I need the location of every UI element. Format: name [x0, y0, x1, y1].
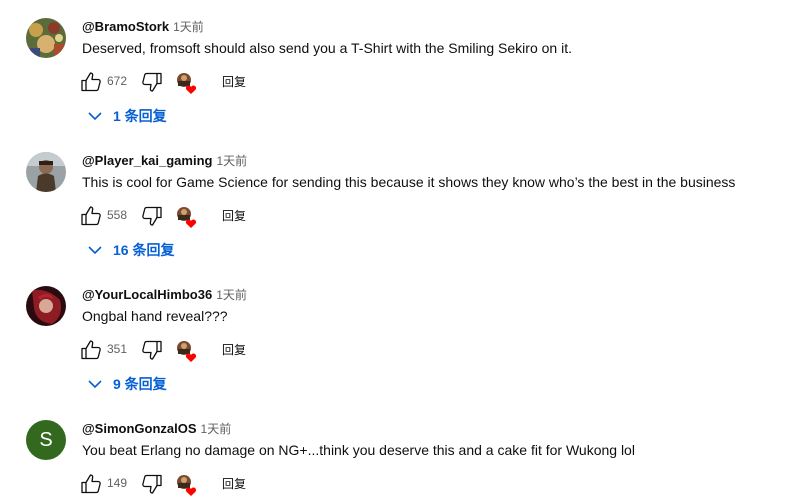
- chevron-down-icon: [88, 246, 102, 255]
- dislike-button[interactable]: [140, 70, 164, 94]
- replies-count-label: 16 条回复: [113, 242, 175, 258]
- comment-header: @BramoStork 1天前: [82, 18, 204, 36]
- like-count: 558: [107, 208, 128, 222]
- comment-timestamp[interactable]: 1天前: [173, 20, 204, 34]
- avatar-letter: S: [39, 428, 53, 451]
- thumb-up-icon: [81, 340, 101, 360]
- like-button[interactable]: [79, 338, 103, 362]
- comment-author[interactable]: @SimonGonzalOS: [82, 421, 197, 436]
- dislike-button[interactable]: [140, 472, 164, 496]
- thumb-down-icon: [142, 340, 162, 360]
- reply-button[interactable]: 回复: [222, 475, 246, 492]
- comment-actions: 149 回复: [79, 472, 379, 496]
- comment-actions: 351 回复: [79, 338, 379, 362]
- comment-author[interactable]: @Player_kai_gaming: [82, 153, 212, 168]
- thumb-up-icon: [81, 474, 101, 494]
- dislike-button[interactable]: [140, 338, 164, 362]
- thumb-down-icon: [142, 72, 162, 92]
- thumb-up-icon: [81, 72, 101, 92]
- like-count: 351: [107, 342, 128, 356]
- like-count: 149: [107, 476, 128, 490]
- chevron-down-icon: [88, 112, 102, 121]
- comment-text: Deserved, fromsoft should also send you …: [82, 40, 572, 56]
- thumb-down-icon: [142, 474, 162, 494]
- avatar[interactable]: [26, 152, 66, 192]
- replies-count-label: 1 条回复: [113, 108, 167, 124]
- avatar[interactable]: S: [26, 420, 66, 460]
- reply-button[interactable]: 回复: [222, 341, 246, 358]
- creator-heart-icon: [176, 474, 198, 496]
- like-button[interactable]: [79, 70, 103, 94]
- dislike-button[interactable]: [140, 204, 164, 228]
- creator-heart-icon: [176, 206, 198, 228]
- thumb-up-icon: [81, 206, 101, 226]
- comment-timestamp[interactable]: 1天前: [201, 422, 232, 436]
- comment-actions: 558 回复: [79, 204, 379, 228]
- replies-count-label: 9 条回复: [113, 376, 167, 392]
- comment-text: You beat Erlang no damage on NG+...think…: [82, 442, 635, 458]
- comment-text: This is cool for Game Science for sendin…: [82, 174, 736, 190]
- comment-header: @SimonGonzalOS 1天前: [82, 420, 231, 438]
- reply-button[interactable]: 回复: [222, 73, 246, 90]
- comment-header: @Player_kai_gaming 1天前: [82, 152, 247, 170]
- avatar[interactable]: [26, 286, 66, 326]
- avatar[interactable]: [26, 18, 66, 58]
- comment-header: @YourLocalHimbo36 1天前: [82, 286, 247, 304]
- creator-heart-icon: [176, 340, 198, 362]
- like-button[interactable]: [79, 204, 103, 228]
- comment-timestamp[interactable]: 1天前: [216, 154, 247, 168]
- view-replies-button[interactable]: 1 条回复: [85, 106, 167, 126]
- like-button[interactable]: [79, 472, 103, 496]
- thumb-down-icon: [142, 206, 162, 226]
- creator-heart-icon: [176, 72, 198, 94]
- comment-timestamp[interactable]: 1天前: [216, 288, 247, 302]
- chevron-down-icon: [88, 380, 102, 389]
- comment-author[interactable]: @YourLocalHimbo36: [82, 287, 212, 302]
- comment-author[interactable]: @BramoStork: [82, 19, 169, 34]
- comment-text: Ongbal hand reveal???: [82, 308, 228, 324]
- comment-actions: 672 回复: [79, 70, 379, 94]
- reply-button[interactable]: 回复: [222, 207, 246, 224]
- view-replies-button[interactable]: 16 条回复: [85, 240, 174, 260]
- view-replies-button[interactable]: 9 条回复: [85, 374, 167, 394]
- like-count: 672: [107, 74, 128, 88]
